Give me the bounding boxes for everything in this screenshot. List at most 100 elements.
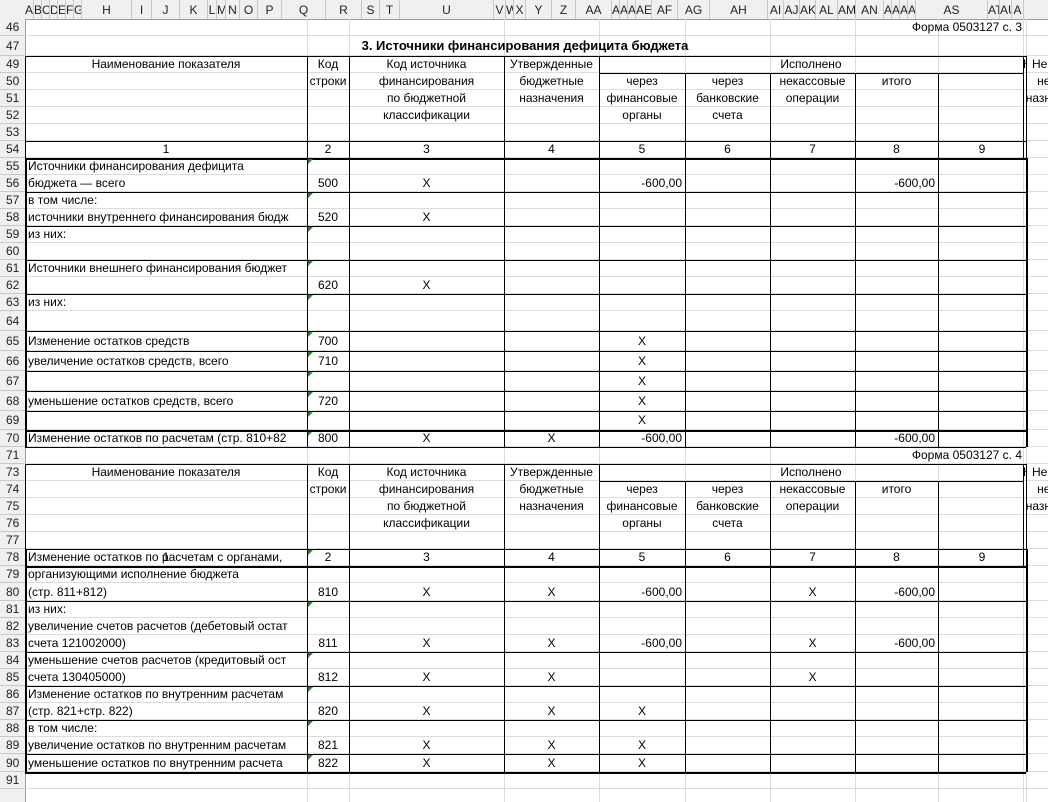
row-header-60[interactable]: 60 <box>0 243 25 260</box>
column-header-at[interactable]: AT <box>988 0 1000 19</box>
row-header-66[interactable]: 66 <box>0 351 25 371</box>
row-header-67[interactable]: 67 <box>0 371 25 391</box>
t2-row-source: X <box>422 738 431 752</box>
t2-row-label: (стр. 811+812) <box>28 585 107 599</box>
column-header-f[interactable]: F <box>66 0 74 19</box>
column-header-q[interactable]: Q <box>282 0 326 19</box>
column-header-y[interactable]: Y <box>526 0 552 19</box>
row-header-58[interactable]: 58 <box>0 209 25 226</box>
column-header-b[interactable]: B <box>34 0 42 19</box>
column-header-c[interactable]: C <box>42 0 50 19</box>
column-header-r[interactable]: R <box>326 0 362 19</box>
column-header-s[interactable]: S <box>362 0 380 19</box>
column-header-ak[interactable]: AK <box>800 0 816 19</box>
row-header-59[interactable]: 59 <box>0 226 25 243</box>
column-header-aj[interactable]: AJ <box>784 0 800 19</box>
row-header-87[interactable]: 87 <box>0 703 25 720</box>
column-header-ad[interactable]: AD <box>628 0 636 19</box>
column-header-g[interactable]: G <box>74 0 82 19</box>
row-header-73[interactable]: 73 <box>0 464 25 481</box>
row-header-75[interactable]: 75 <box>0 498 25 515</box>
table-border <box>938 720 939 754</box>
row-header-57[interactable]: 57 <box>0 192 25 209</box>
row-header-78[interactable]: 78 <box>0 549 25 566</box>
column-header-x[interactable]: X <box>514 0 526 19</box>
row-header-55[interactable]: 55 <box>0 158 25 175</box>
row-header-74[interactable]: 74 <box>0 481 25 498</box>
column-header-af[interactable]: AF <box>652 0 678 19</box>
row-header-88[interactable]: 88 <box>0 720 25 737</box>
row-header-79[interactable]: 79 <box>0 566 25 583</box>
row-header-90[interactable]: 90 <box>0 754 25 772</box>
row-header-64[interactable]: 64 <box>0 311 25 331</box>
row-header-54[interactable]: 54 <box>0 141 25 158</box>
t1-row-total: -600,00 <box>894 431 935 445</box>
column-header-k[interactable]: K <box>180 0 208 19</box>
row-header-89[interactable]: 89 <box>0 737 25 754</box>
column-header-ap[interactable]: AP <box>892 0 900 19</box>
column-header-o[interactable]: O <box>240 0 258 19</box>
row-header-85[interactable]: 85 <box>0 669 25 686</box>
row-header-50[interactable]: 50 <box>0 73 25 90</box>
column-header-p[interactable]: P <box>258 0 282 19</box>
column-header-h[interactable]: H <box>82 0 132 19</box>
column-header-al[interactable]: AL <box>816 0 838 19</box>
column-header-e[interactable]: E <box>58 0 66 19</box>
column-header-ao[interactable]: AO <box>884 0 892 19</box>
row-header-53[interactable]: 53 <box>0 124 25 141</box>
table-border <box>307 351 308 371</box>
column-header-aq[interactable]: AQ <box>900 0 908 19</box>
row-header-47[interactable]: 47 <box>0 36 25 56</box>
row-header-69[interactable]: 69 <box>0 411 25 430</box>
row-header-62[interactable]: 62 <box>0 277 25 294</box>
row-header-51[interactable]: 51 <box>0 90 25 107</box>
column-header-z[interactable]: Z <box>552 0 576 19</box>
column-header-am[interactable]: AM <box>838 0 856 19</box>
column-header-ar[interactable]: AR <box>908 0 916 19</box>
t1-row-unexec: X <box>1008 351 1048 371</box>
row-header-83[interactable]: 83 <box>0 635 25 652</box>
row-header-81[interactable]: 81 <box>0 601 25 618</box>
column-header-as[interactable]: AS <box>916 0 988 19</box>
column-header-ae[interactable]: AE <box>636 0 652 19</box>
row-header-76[interactable]: 76 <box>0 515 25 532</box>
column-header-an[interactable]: AN <box>856 0 884 19</box>
column-header-j[interactable]: J <box>152 0 180 19</box>
column-header-t[interactable]: T <box>380 0 400 19</box>
row-header-61[interactable]: 61 <box>0 260 25 277</box>
row-header-77[interactable]: 77 <box>0 532 25 549</box>
column-header-ac[interactable]: AC <box>620 0 628 19</box>
row-header-82[interactable]: 82 <box>0 618 25 635</box>
row-header-63[interactable]: 63 <box>0 294 25 311</box>
row-header-52[interactable]: 52 <box>0 107 25 124</box>
column-header-u[interactable]: U <box>400 0 494 19</box>
column-header-a[interactable]: A <box>1012 0 1024 19</box>
column-header-v[interactable]: V <box>494 0 506 19</box>
row-header-86[interactable]: 86 <box>0 686 25 703</box>
column-header-d[interactable]: D <box>50 0 58 19</box>
row-header-84[interactable]: 84 <box>0 652 25 669</box>
row-header-68[interactable]: 68 <box>0 391 25 411</box>
column-header-w[interactable]: W <box>506 0 514 19</box>
column-header-ab[interactable]: AB <box>612 0 620 19</box>
row-header-70[interactable]: 70 <box>0 430 25 447</box>
column-header-ag[interactable]: AG <box>678 0 710 19</box>
row-header-65[interactable]: 65 <box>0 331 25 351</box>
column-header-m[interactable]: M <box>217 0 226 19</box>
column-header-a[interactable]: A <box>25 0 34 19</box>
row-header-46[interactable]: 46 <box>0 19 25 36</box>
worksheet-grid[interactable]: Форма 0503127 с. 3 3. Источники финансиро… <box>25 19 1048 802</box>
row-header-80[interactable]: 80 <box>0 583 25 601</box>
table-border <box>307 411 308 430</box>
column-header-ah[interactable]: AH <box>710 0 768 19</box>
column-header-aa[interactable]: AA <box>576 0 612 19</box>
row-header-49[interactable]: 49 <box>0 56 25 73</box>
column-header-n[interactable]: N <box>226 0 240 19</box>
row-header-91[interactable]: 91 <box>0 772 25 789</box>
column-header-au[interactable]: AU <box>1000 0 1012 19</box>
row-header-56[interactable]: 56 <box>0 175 25 192</box>
column-header-ai[interactable]: AI <box>768 0 784 19</box>
column-header-l[interactable]: L <box>208 0 217 19</box>
row-header-71[interactable]: 71 <box>0 447 25 464</box>
column-header-i[interactable]: I <box>132 0 152 19</box>
